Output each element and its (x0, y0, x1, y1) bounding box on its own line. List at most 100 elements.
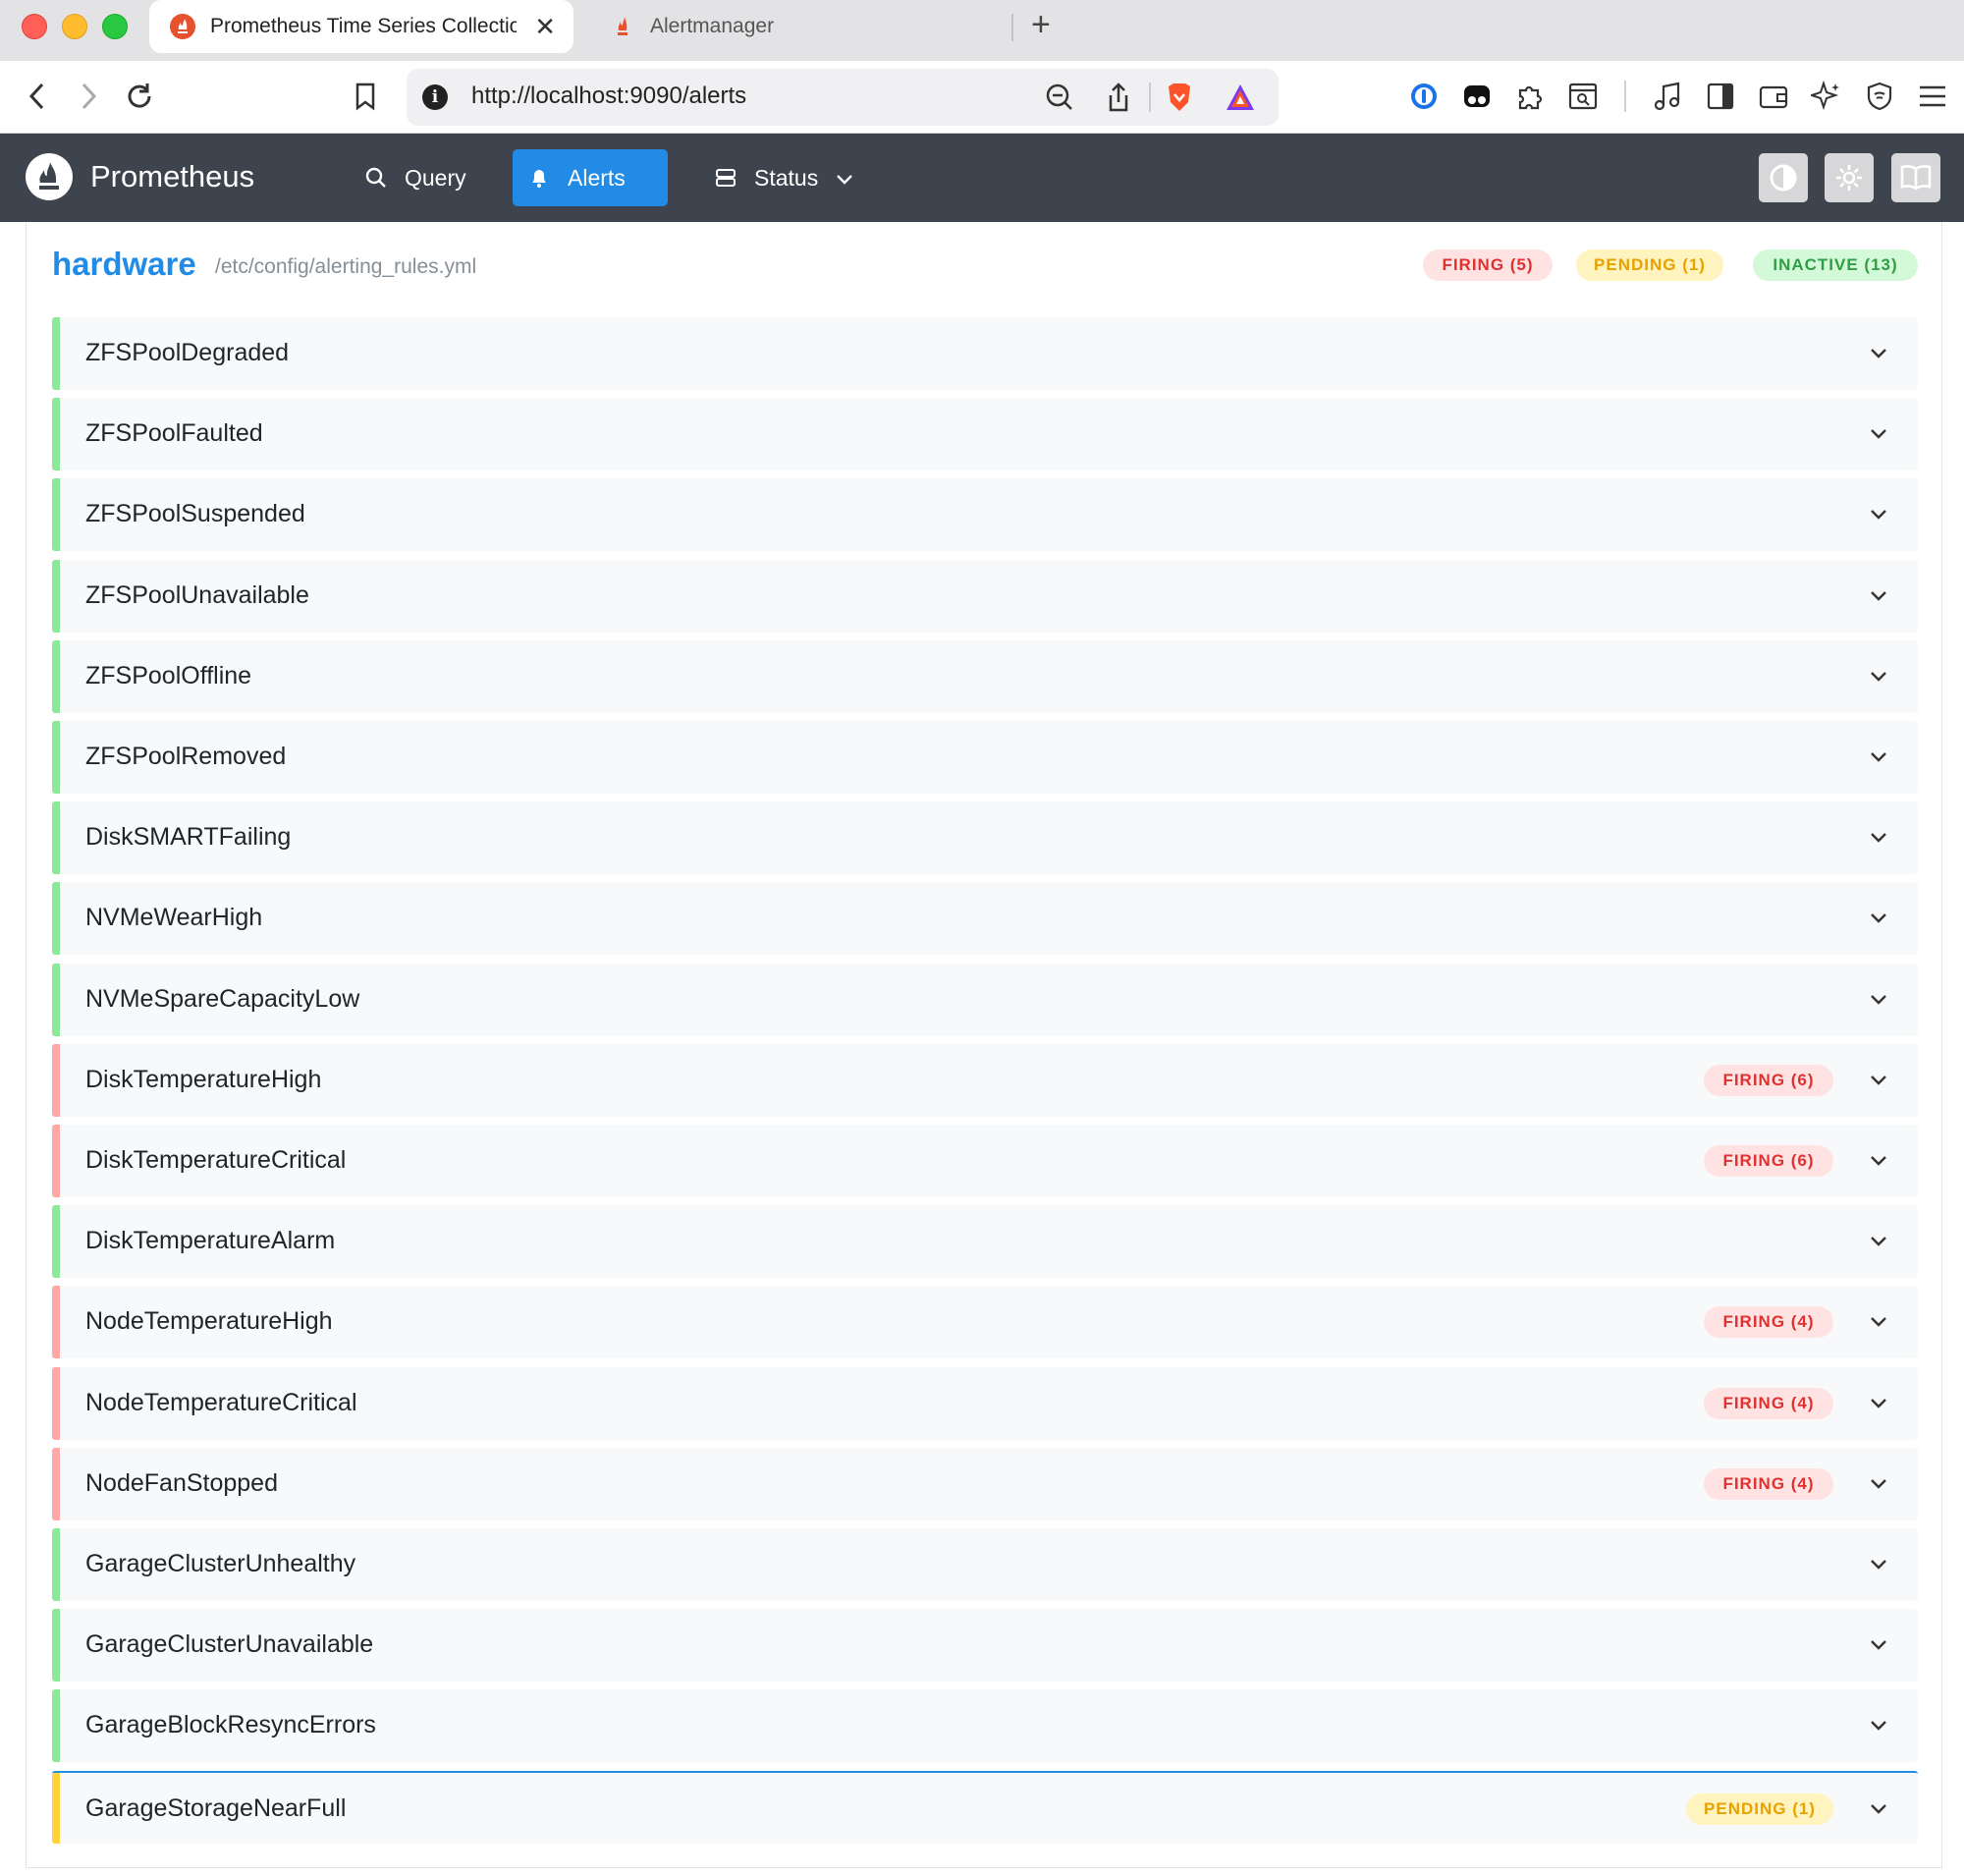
url-separator (1149, 83, 1151, 112)
rule-row[interactable]: ZFSPoolOffline (52, 639, 1918, 713)
rule-group-name: hardware (52, 246, 196, 282)
settings-button[interactable] (1825, 153, 1874, 202)
rule-row[interactable]: NodeTemperatureCritical FIRING (4) (52, 1366, 1918, 1440)
extensions-puzzle-icon[interactable] (1512, 79, 1548, 114)
window-zoom-button[interactable] (102, 14, 128, 39)
rule-row[interactable]: NVMeWearHigh (52, 882, 1918, 956)
rule-state-indicator (52, 559, 60, 633)
sidebar-toggle-icon[interactable] (1703, 79, 1738, 114)
address-bar[interactable]: i http://localhost:9090/alerts (407, 69, 1279, 126)
chevron-down-icon[interactable] (1865, 1307, 1892, 1335)
rule-name: DiskTemperatureCritical (85, 1146, 347, 1174)
nav-status[interactable]: Status (699, 149, 876, 206)
zoom-out-icon[interactable] (1043, 81, 1076, 114)
browser-tab-prometheus[interactable]: Prometheus Time Series Collection ✕ (149, 0, 573, 53)
nav-alerts[interactable]: Alerts (513, 149, 668, 206)
tab-close-icon[interactable]: ✕ (534, 12, 556, 42)
chevron-down-icon[interactable] (1865, 339, 1892, 366)
rule-state-indicator (52, 1689, 60, 1763)
rule-status-badge: FIRING (6) (1704, 1145, 1833, 1177)
chevron-down-icon[interactable] (1865, 1711, 1892, 1738)
chevron-down-icon[interactable] (1865, 581, 1892, 609)
brave-shields-icon[interactable] (1163, 81, 1196, 114)
rule-state-indicator (52, 1609, 60, 1683)
rule-row[interactable]: NVMeSpareCapacityLow (52, 963, 1918, 1036)
reader-search-icon[interactable] (1565, 79, 1601, 114)
rule-row[interactable]: DiskTemperatureAlarm (52, 1205, 1918, 1279)
extension-glasses-icon[interactable] (1459, 79, 1495, 114)
vpn-shield-icon[interactable] (1862, 79, 1897, 114)
group-pending-badge: PENDING (1) (1576, 249, 1723, 281)
rule-status-badge: FIRING (4) (1704, 1306, 1833, 1339)
chevron-down-icon[interactable] (1865, 1794, 1892, 1822)
rule-row[interactable]: DiskTemperatureCritical FIRING (6) (52, 1125, 1918, 1197)
rule-row[interactable]: ZFSPoolSuspended (52, 478, 1918, 552)
chevron-down-icon[interactable] (1865, 904, 1892, 931)
rule-name: GarageClusterUnavailable (85, 1630, 374, 1659)
menu-hamburger-icon[interactable] (1915, 79, 1950, 114)
brand-title[interactable]: Prometheus (90, 159, 254, 194)
chevron-down-icon[interactable] (1865, 1630, 1892, 1658)
chevron-down-icon[interactable] (1865, 1146, 1892, 1174)
window-minimize-button[interactable] (62, 14, 87, 39)
chevron-down-icon[interactable] (1865, 1066, 1892, 1093)
prometheus-logo-icon[interactable] (26, 153, 73, 200)
new-tab-icon[interactable]: + (1031, 6, 1051, 44)
wallet-icon[interactable] (1756, 79, 1791, 114)
bell-icon (526, 165, 552, 191)
nav-alerts-label: Alerts (568, 164, 626, 191)
search-icon (363, 165, 389, 191)
rule-row[interactable]: ZFSPoolUnavailable (52, 559, 1918, 633)
rule-state-indicator (52, 1205, 60, 1279)
brave-rewards-icon[interactable] (1224, 81, 1257, 114)
rule-row[interactable]: ZFSPoolRemoved (52, 721, 1918, 794)
chevron-down-icon[interactable] (1865, 823, 1892, 851)
browser-toolbar: i http://localhost:9090/alerts (0, 61, 1964, 134)
tab-title: Alertmanager (650, 15, 775, 37)
chevron-down-icon[interactable] (1865, 419, 1892, 447)
rule-name: DiskTemperatureHigh (85, 1065, 322, 1093)
rule-row[interactable]: NodeTemperatureHigh FIRING (4) (52, 1286, 1918, 1359)
rule-name: ZFSPoolDegraded (85, 339, 290, 366)
chevron-down-icon[interactable] (1865, 500, 1892, 527)
rule-row[interactable]: GarageClusterUnhealthy (52, 1528, 1918, 1601)
back-icon[interactable] (20, 79, 55, 114)
media-music-icon[interactable] (1650, 79, 1685, 114)
chevron-down-icon[interactable] (1865, 1550, 1892, 1577)
theme-toggle-button[interactable] (1759, 153, 1808, 202)
share-icon[interactable] (1102, 81, 1135, 114)
leo-ai-icon[interactable] (1809, 79, 1844, 114)
password-manager-icon[interactable] (1406, 79, 1442, 114)
reload-icon[interactable] (122, 79, 157, 114)
rule-state-indicator (52, 317, 60, 390)
chevron-down-icon[interactable] (1865, 1227, 1892, 1254)
bookmark-icon[interactable] (348, 79, 383, 114)
rule-row[interactable]: DiskSMARTFailing (52, 801, 1918, 875)
rule-name: GarageStorageNearFull (85, 1793, 347, 1822)
chevron-down-icon (836, 165, 853, 192)
nav-query[interactable]: Query (350, 149, 477, 206)
rule-row[interactable]: GarageBlockResyncErrors (52, 1689, 1918, 1763)
rule-row[interactable]: DiskTemperatureHigh FIRING (6) (52, 1043, 1918, 1117)
rule-row[interactable]: ZFSPoolFaulted (52, 398, 1918, 471)
rule-state-indicator (52, 1366, 60, 1440)
window-close-button[interactable] (22, 14, 47, 39)
rule-name: ZFSPoolFaulted (85, 419, 263, 448)
chevron-down-icon[interactable] (1865, 985, 1892, 1013)
browser-tab-alertmanager[interactable]: Alertmanager (589, 0, 1011, 53)
forward-icon[interactable] (71, 79, 106, 114)
site-info-icon[interactable]: i (422, 84, 448, 110)
url-text[interactable]: http://localhost:9090/alerts (471, 83, 746, 110)
toolbar-separator (1624, 81, 1626, 112)
chevron-down-icon[interactable] (1865, 662, 1892, 690)
chevron-down-icon[interactable] (1865, 743, 1892, 770)
chevron-down-icon[interactable] (1865, 1389, 1892, 1416)
rule-row[interactable]: GarageStorageNearFull PENDING (1) (52, 1770, 1918, 1844)
rule-row[interactable]: GarageClusterUnavailable (52, 1609, 1918, 1683)
rule-name: GarageBlockResyncErrors (85, 1711, 376, 1739)
rule-row[interactable]: NodeFanStopped FIRING (4) (52, 1447, 1918, 1520)
rule-state-indicator (52, 1528, 60, 1601)
documentation-button[interactable] (1891, 153, 1940, 202)
chevron-down-icon[interactable] (1865, 1469, 1892, 1497)
rule-row[interactable]: ZFSPoolDegraded (52, 317, 1918, 390)
